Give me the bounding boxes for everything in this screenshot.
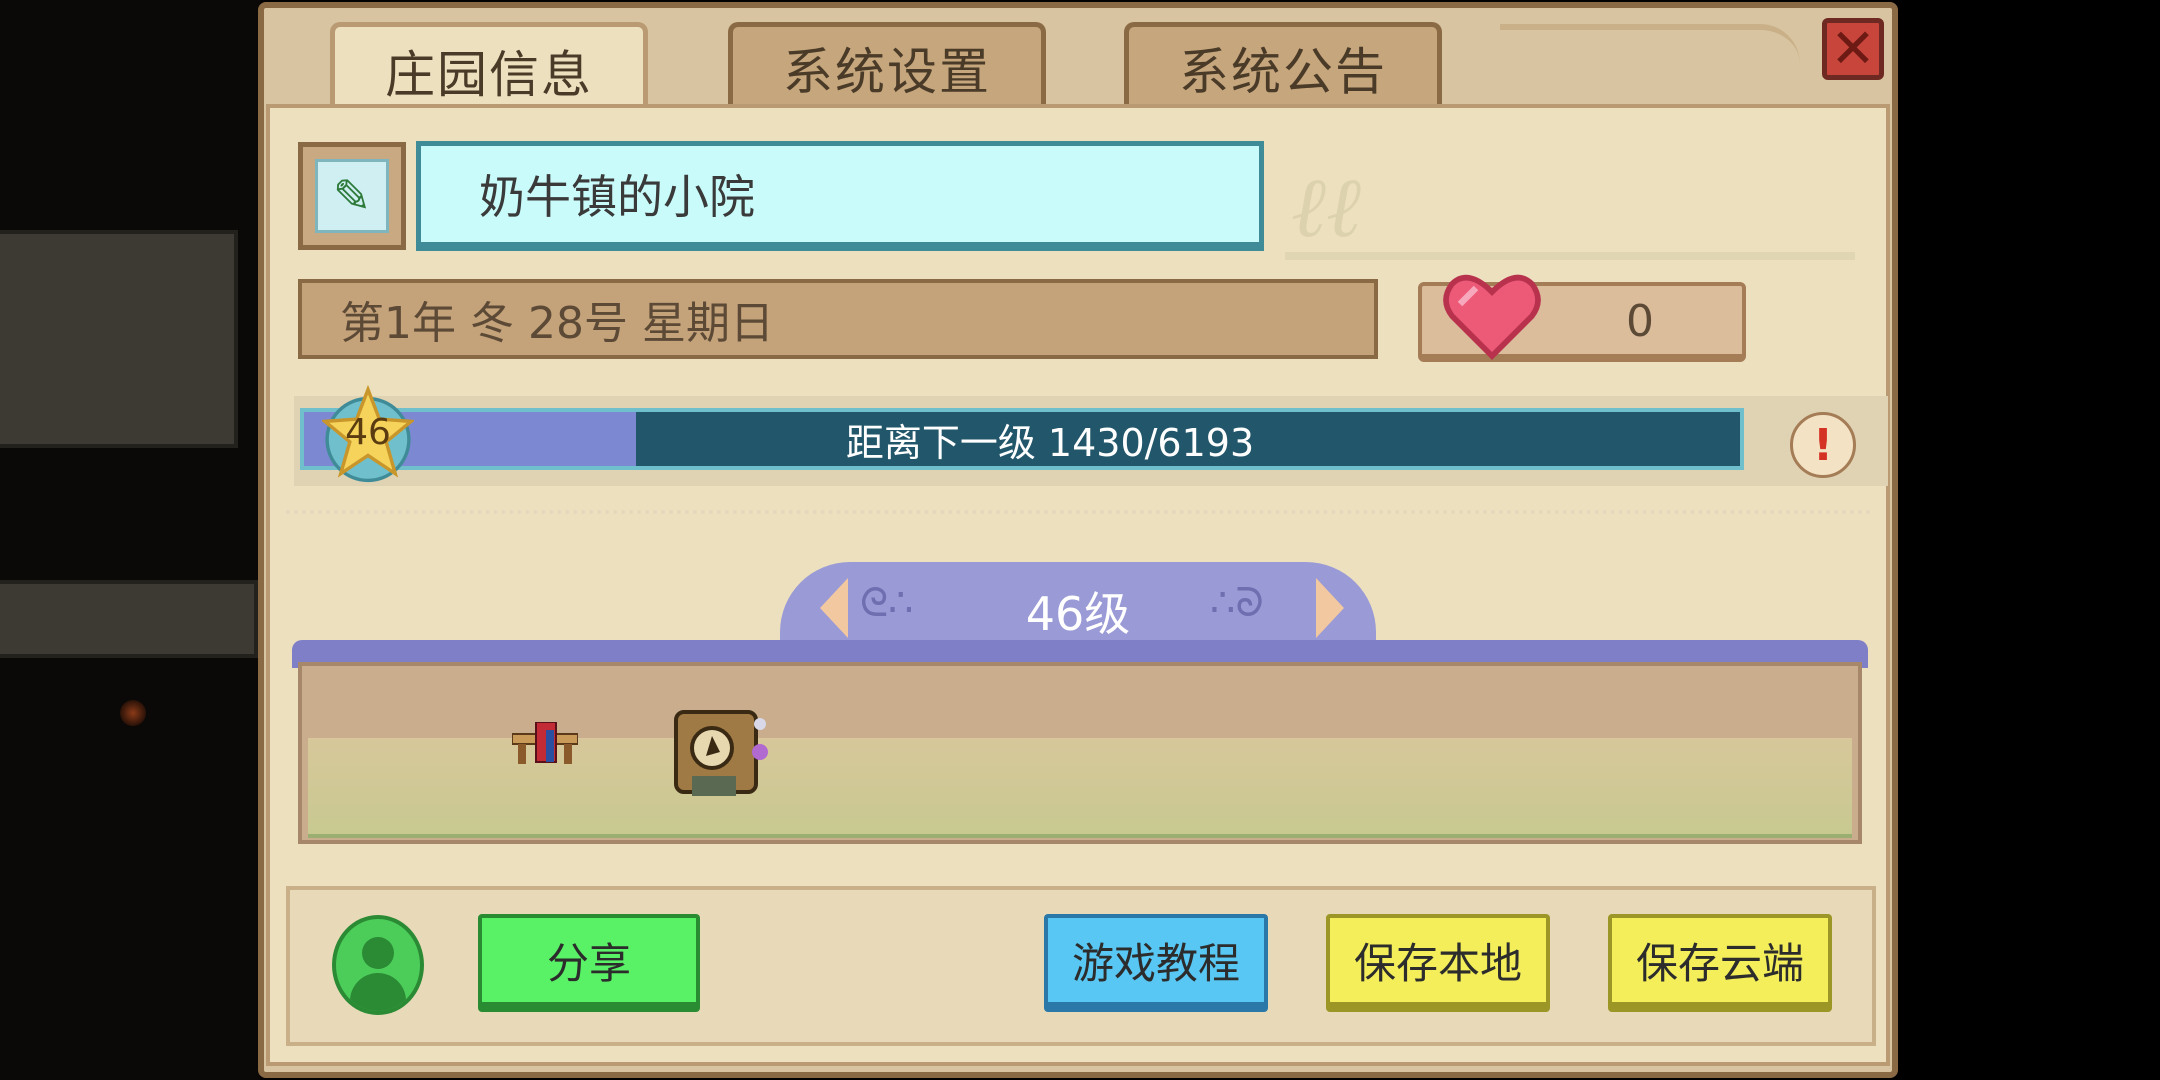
edit-name-button[interactable]: ✎ [298,142,406,250]
section-divider [286,510,1872,518]
tutorial-button[interactable]: 游戏教程 [1044,914,1268,1012]
user-avatar-icon [362,937,394,969]
corner-ornament [1500,24,1800,90]
player-level-badge: 46 [345,412,391,453]
bench-item-icon [512,722,578,764]
machine-item-icon [674,710,768,796]
xp-progress-bar: 距离下一级 1430/6193 [300,408,1744,470]
exclamation-icon: ! [1812,419,1834,471]
profile-button[interactable] [332,915,424,1015]
tab-system-settings[interactable]: 系统设置 [728,22,1046,108]
farm-name-field[interactable]: 奶牛镇的小院 [416,141,1264,251]
close-button[interactable]: ✕ [1822,18,1884,80]
pencil-icon: ✎ [315,159,389,233]
save-local-button[interactable]: 保存本地 [1326,914,1550,1012]
game-world-backdrop [0,0,260,1080]
xp-progress-text: 距离下一级 1430/6193 [845,420,1255,465]
torch-glow [120,700,146,726]
heart-icon [1443,274,1541,360]
level-label: 46级 [1025,587,1131,641]
close-x-icon: ✕ [1830,17,1876,80]
stone-ledge [0,580,258,658]
hearts-count: 0 [1626,296,1654,347]
scroll-ornament: ℓℓ [1285,158,1855,260]
save-cloud-button[interactable]: 保存云端 [1608,914,1832,1012]
alert-button[interactable]: ! [1790,412,1856,478]
tab-system-announcement[interactable]: 系统公告 [1124,22,1442,108]
stone-wall [0,230,238,448]
game-date: 第1年 冬 28号 星期日 [298,279,1378,359]
tab-farm-info[interactable]: 庄园信息 [330,22,648,114]
share-button[interactable]: 分享 [478,914,700,1012]
